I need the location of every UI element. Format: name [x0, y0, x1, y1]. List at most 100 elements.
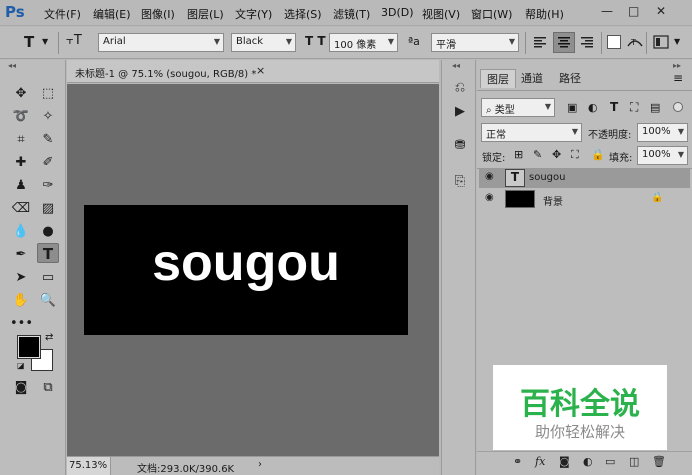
lock-all-icon[interactable]: 🔒: [591, 148, 605, 161]
opacity-input[interactable]: 100% ▼: [637, 123, 688, 142]
filter-toggle[interactable]: [673, 102, 683, 112]
eraser-tool-icon[interactable]: ⌫: [10, 199, 32, 219]
menu-filter[interactable]: 滤镜(T): [333, 6, 370, 22]
chevron-down-icon[interactable]: ▼: [674, 37, 680, 46]
character-panel-icon[interactable]: ⛃: [450, 136, 470, 156]
menu-3d[interactable]: 3D(D): [381, 6, 414, 19]
more-tools-icon[interactable]: •••: [10, 314, 33, 334]
healing-brush-tool-icon[interactable]: ✚: [10, 153, 32, 173]
panel-collapse-icon[interactable]: ▸▸: [673, 61, 681, 70]
lock-image-icon[interactable]: ✎: [533, 148, 542, 161]
warp-text-icon[interactable]: T: [626, 34, 644, 50]
text-orientation-icon[interactable]: ⫟T: [66, 33, 82, 48]
type-tool-icon[interactable]: T: [24, 33, 34, 51]
minimize-button[interactable]: —: [601, 4, 613, 18]
filter-pixel-icon[interactable]: ▣: [567, 101, 577, 114]
eyedropper-tool-icon[interactable]: ✎: [37, 130, 59, 150]
filter-shape-icon[interactable]: ⛶: [630, 100, 638, 115]
menu-image[interactable]: 图像(I): [141, 6, 175, 22]
crop-tool-icon[interactable]: ⌗: [10, 130, 32, 150]
dodge-tool-icon[interactable]: ●: [37, 222, 59, 242]
layer-row[interactable]: ◉ 背景 🔒: [479, 189, 690, 209]
menu-type[interactable]: 文字(Y): [235, 6, 272, 22]
layer-row-selected[interactable]: ◉ T sougou: [479, 168, 690, 188]
swap-colors-icon[interactable]: ⇄: [45, 332, 53, 343]
actions-panel-icon[interactable]: ▶: [450, 102, 470, 122]
align-left-button[interactable]: [531, 33, 549, 52]
font-family-select[interactable]: Arial ▼: [98, 33, 224, 52]
tab-channels[interactable]: 通道: [521, 70, 543, 86]
menu-help[interactable]: 帮助(H): [525, 6, 564, 22]
lock-position-icon[interactable]: ✥: [552, 148, 561, 161]
separator: [601, 32, 602, 54]
history-panel-icon[interactable]: ⎌: [450, 78, 470, 98]
visibility-eye-icon[interactable]: ◉: [485, 171, 494, 182]
menu-layer[interactable]: 图层(L): [187, 6, 224, 22]
rectangle-tool-icon[interactable]: ▭: [37, 268, 59, 288]
zoom-tool-icon[interactable]: 🔍: [37, 291, 59, 311]
document-tab[interactable]: 未标题-1 @ 75.1% (sougou, RGB/8) * ×: [67, 60, 439, 83]
close-tab-icon[interactable]: ×: [256, 64, 265, 77]
antialias-select[interactable]: 平滑 ▼: [431, 33, 519, 52]
canvas-area[interactable]: sougou: [67, 84, 439, 456]
marquee-tool-icon[interactable]: ⬚: [37, 84, 59, 104]
lasso-tool-icon[interactable]: ➰: [10, 107, 32, 127]
panel-collapse-icon[interactable]: ◂◂: [8, 61, 16, 70]
tab-paths[interactable]: 路径: [559, 70, 581, 86]
new-layer-icon[interactable]: ◫: [629, 455, 639, 468]
menu-view[interactable]: 视图(V): [422, 6, 460, 22]
type-tool-icon[interactable]: T: [37, 243, 59, 263]
blend-mode-select[interactable]: 正常 ▼: [481, 123, 582, 142]
path-selection-tool-icon[interactable]: ➤: [10, 268, 32, 288]
chevron-right-icon[interactable]: ›: [258, 459, 262, 470]
menu-edit[interactable]: 编辑(E): [93, 6, 131, 22]
visibility-eye-icon[interactable]: ◉: [485, 192, 494, 203]
fill-input[interactable]: 100% ▼: [637, 146, 688, 165]
filter-adjustment-icon[interactable]: ◐: [588, 101, 598, 114]
quick-mask-icon[interactable]: ◙: [10, 378, 32, 398]
blur-tool-icon[interactable]: 💧: [10, 222, 32, 242]
lock-transparent-icon[interactable]: ⊞: [514, 148, 523, 161]
magic-wand-tool-icon[interactable]: ✧: [37, 107, 59, 127]
chevron-down-icon[interactable]: ▼: [42, 37, 48, 46]
layer-style-icon[interactable]: fx: [535, 455, 545, 468]
delete-layer-icon[interactable]: 🗑: [652, 455, 666, 468]
history-brush-tool-icon[interactable]: ✑: [37, 176, 59, 196]
new-group-icon[interactable]: ▭: [605, 455, 615, 468]
menu-window[interactable]: 窗口(W): [471, 6, 512, 22]
lock-artboard-icon[interactable]: ⛶: [571, 148, 579, 162]
tab-layers[interactable]: 图层: [480, 69, 516, 88]
zoom-level[interactable]: 75.13%: [67, 457, 111, 475]
close-button[interactable]: ✕: [656, 4, 666, 18]
move-tool-icon[interactable]: ✥: [10, 84, 32, 104]
panel-menu-icon[interactable]: ≡: [673, 71, 683, 85]
add-mask-icon[interactable]: ◙: [559, 455, 570, 468]
menu-file[interactable]: 文件(F): [44, 6, 81, 22]
maximize-button[interactable]: □: [628, 4, 639, 18]
gradient-tool-icon[interactable]: ▨: [37, 199, 59, 219]
document-canvas[interactable]: sougou: [84, 205, 408, 335]
foreground-color-swatch[interactable]: [17, 335, 41, 359]
pen-tool-icon[interactable]: ✒: [10, 245, 32, 265]
hand-tool-icon[interactable]: ✋: [10, 291, 32, 311]
layer-filter-select[interactable]: ⌕ 类型 ▼: [481, 98, 555, 117]
menu-select[interactable]: 选择(S): [284, 6, 322, 22]
adjustment-layer-icon[interactable]: ◐: [583, 455, 593, 468]
filter-type-icon[interactable]: T: [610, 100, 618, 114]
filter-smart-object-icon[interactable]: ▤: [650, 101, 660, 114]
paragraph-panel-icon[interactable]: ⎘: [450, 172, 470, 192]
link-layers-icon[interactable]: ⚭: [513, 455, 522, 468]
default-colors-icon[interactable]: ◪: [17, 361, 25, 370]
canvas-text-layer[interactable]: sougou: [84, 205, 408, 335]
text-color-swatch[interactable]: [607, 35, 621, 49]
align-center-button[interactable]: [553, 32, 575, 53]
panel-collapse-icon[interactable]: ◂◂: [452, 61, 460, 70]
font-style-select[interactable]: Black ▼: [231, 33, 296, 52]
align-right-button[interactable]: [578, 33, 596, 52]
clone-stamp-tool-icon[interactable]: ♟: [10, 176, 32, 196]
separator: [58, 32, 59, 54]
screen-mode-icon[interactable]: ⧉: [37, 378, 59, 398]
font-size-select[interactable]: 100 像素 ▼: [329, 33, 398, 52]
character-panel-icon[interactable]: [652, 34, 670, 50]
brush-tool-icon[interactable]: ✐: [37, 153, 59, 173]
